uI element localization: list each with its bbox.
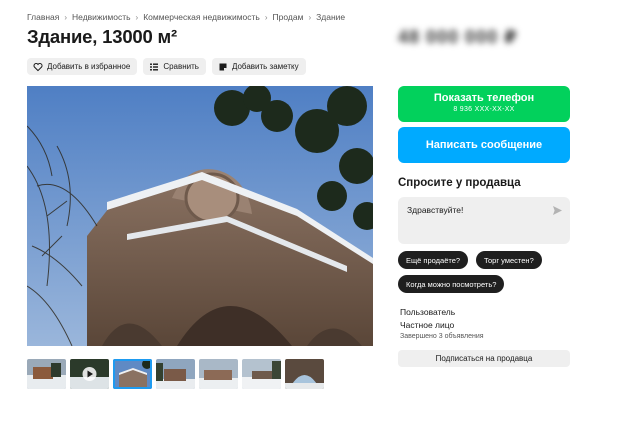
thumbnail-6[interactable] (242, 359, 281, 389)
seller-name[interactable]: Частное лицо (400, 320, 454, 330)
heart-icon (33, 62, 43, 72)
breadcrumb-realty[interactable]: Недвижимость (72, 12, 130, 22)
message-input-value: Здравствуйте! (407, 205, 464, 215)
breadcrumb-commercial[interactable]: Коммерческая недвижимость (143, 12, 260, 22)
write-message-button[interactable]: Написать сообщение (398, 127, 570, 163)
add-to-favorites-button[interactable]: Добавить в избранное (27, 58, 138, 75)
breadcrumb-separator-icon: › (308, 12, 312, 22)
building-photo-image (27, 86, 373, 346)
send-icon[interactable] (552, 203, 563, 215)
add-to-favorites-label: Добавить в избранное (47, 62, 131, 71)
compare-label: Сравнить (163, 62, 199, 71)
add-note-label: Добавить заметку (231, 62, 299, 71)
breadcrumb-home[interactable]: Главная (27, 12, 59, 22)
quick-question-viewing[interactable]: Когда можно посмотреть? (398, 275, 505, 293)
thumbnail-video[interactable] (70, 359, 109, 389)
breadcrumb-building[interactable]: Здание (316, 12, 345, 22)
main-photo[interactable] (27, 86, 373, 346)
seller-stats: Завершено 3 объявления (400, 333, 484, 340)
ask-seller-heading: Спросите у продавца (398, 177, 521, 189)
message-input[interactable]: Здравствуйте! (398, 197, 570, 244)
add-note-button[interactable]: Добавить заметку (211, 58, 306, 75)
price: 48 000 000 ₽ (398, 27, 518, 47)
listing-actions: Добавить в избранное Сравнить Добавить з… (27, 58, 306, 75)
show-phone-label: Показать телефон (433, 92, 535, 104)
thumbnail-4[interactable] (156, 359, 195, 389)
thumbnail-7[interactable] (285, 359, 324, 389)
thumbnail-3[interactable] (113, 359, 152, 389)
compare-button[interactable]: Сравнить (143, 58, 206, 75)
subscribe-seller-button[interactable]: Подписаться на продавца (398, 350, 570, 367)
quick-question-still-selling[interactable]: Ещё продаёте? (398, 251, 469, 269)
breadcrumb-separator-icon: › (264, 12, 268, 22)
note-icon (218, 62, 228, 72)
seller-type: Пользователь (400, 307, 456, 317)
photo-thumbnails (27, 359, 324, 389)
breadcrumb-separator-icon: › (64, 12, 68, 22)
thumbnail-5[interactable] (199, 359, 238, 389)
breadcrumb-separator-icon: › (135, 12, 139, 22)
compare-icon (149, 62, 159, 72)
quick-question-bargain[interactable]: Торг уместен? (476, 251, 542, 269)
show-phone-button[interactable]: Показать телефон 8 936 XXX-XX-XX (398, 86, 570, 122)
page-title: Здание, 13000 м² (27, 26, 177, 47)
thumbnail-1[interactable] (27, 359, 66, 389)
masked-phone-number: 8 936 XXX-XX-XX (453, 106, 515, 113)
breadcrumb: Главная › Недвижимость › Коммерческая не… (27, 12, 345, 22)
breadcrumb-sell[interactable]: Продам (273, 12, 304, 22)
